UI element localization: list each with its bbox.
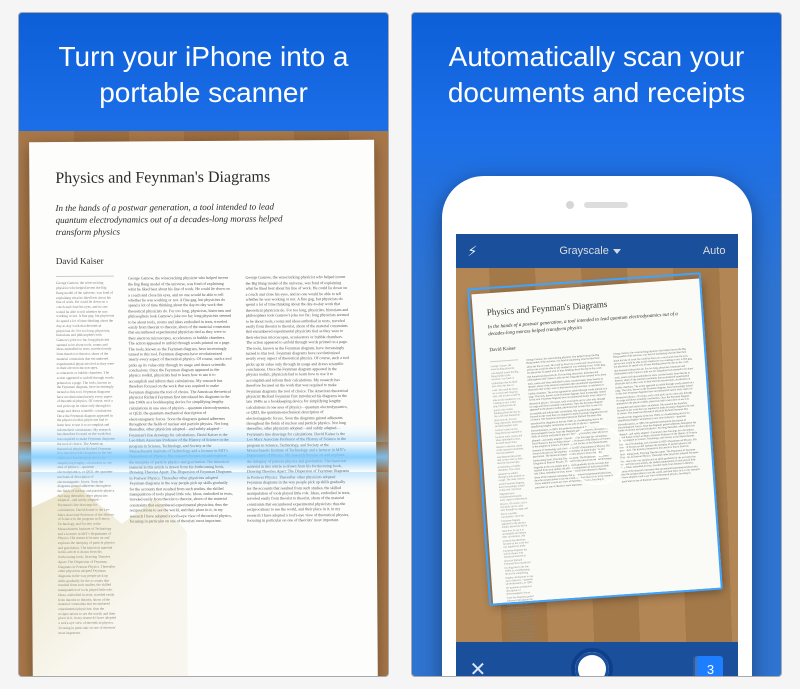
doc-author: David Kaiser	[56, 254, 349, 266]
flash-toggle[interactable]: ⚡︎	[468, 243, 478, 260]
doc-footer: 156 American Scientist, Volume 93 © 2005…	[59, 676, 352, 677]
headline-right: Automatically scan your documents and re…	[412, 13, 781, 131]
color-mode-selector[interactable]: Grayscale	[559, 245, 621, 257]
front-camera-icon	[566, 201, 574, 209]
desk-surface: Physics and Feynman's Diagrams In the ha…	[19, 131, 388, 676]
doc-title: Physics and Feynman's Diagrams	[55, 168, 348, 188]
phone-wrap: ⚡︎ Grayscale Auto Physics and Feynman's …	[412, 131, 781, 676]
page-count-chip[interactable]: 3	[697, 656, 723, 677]
close-button[interactable]: ✕	[470, 657, 487, 678]
focus-reticle-icon	[567, 425, 627, 485]
iphone-device: ⚡︎ Grayscale Auto Physics and Feynman's …	[442, 176, 752, 677]
color-mode-label: Grayscale	[559, 245, 609, 257]
doc-page-right: © 2005 Sigma Xi, The Scientific Research…	[168, 676, 352, 677]
doc-subtitle: In the hands of a postwar generation, a …	[55, 200, 295, 238]
chevron-down-icon	[613, 249, 621, 254]
headline-left: Turn your iPhone into a portable scanner	[19, 13, 388, 131]
promo-panel-right: Automatically scan your documents and re…	[411, 12, 782, 677]
phone-bezel-top	[442, 176, 752, 234]
auto-toggle[interactable]: Auto	[703, 245, 726, 257]
phone-screen: ⚡︎ Grayscale Auto Physics and Feynman's …	[456, 234, 738, 677]
scanner-bottom-bar: ✕ 3	[456, 642, 738, 677]
speaker-icon	[584, 202, 628, 208]
scan-bar	[19, 442, 388, 472]
camera-viewport[interactable]: Physics and Feynman's Diagrams In the ha…	[456, 268, 738, 642]
paper-crumple	[31, 485, 188, 677]
promo-panel-left: Turn your iPhone into a portable scanner…	[18, 12, 389, 677]
scanned-document: Physics and Feynman's Diagrams In the ha…	[29, 139, 378, 677]
scanner-top-bar: ⚡︎ Grayscale Auto	[456, 234, 738, 268]
shutter-button[interactable]	[571, 648, 613, 677]
